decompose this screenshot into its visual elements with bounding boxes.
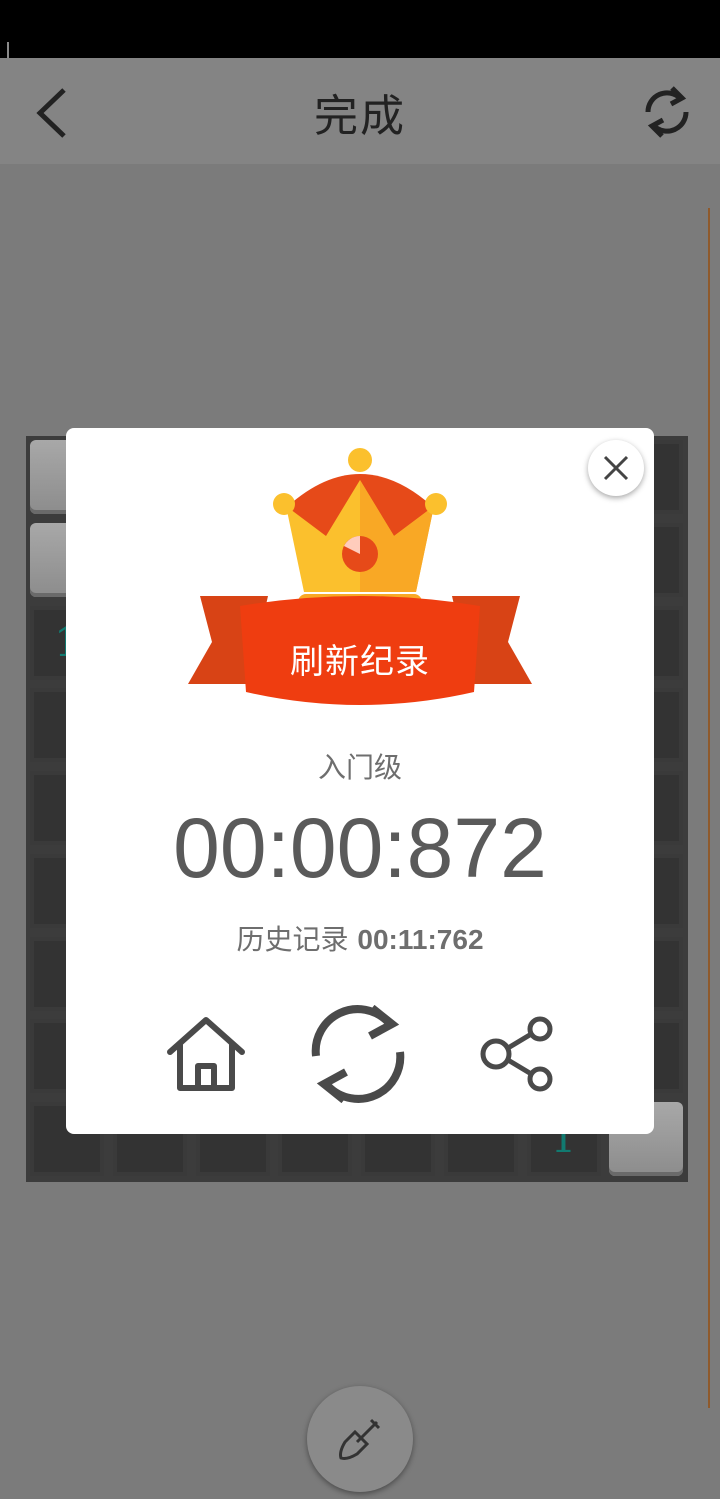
status-bar <box>0 0 720 58</box>
history-label: 历史记录 <box>236 923 349 956</box>
restart-icon <box>311 1004 405 1104</box>
share-icon <box>480 1016 553 1092</box>
close-icon <box>603 455 629 481</box>
shovel-icon <box>339 1418 381 1460</box>
page-title: 完成 <box>314 91 406 142</box>
restart-button[interactable] <box>304 1000 412 1108</box>
share-button[interactable] <box>478 1016 560 1092</box>
close-button[interactable] <box>588 440 644 496</box>
finish-time: 00:00:872 <box>173 801 547 895</box>
side-divider <box>708 208 710 1408</box>
history-value: 00:11:762 <box>357 924 484 955</box>
banner-text: 刷新纪录 <box>290 642 430 682</box>
refresh-icon <box>645 86 689 138</box>
top-bar: 完成 <box>0 58 720 164</box>
dig-mode-button[interactable] <box>307 1386 413 1492</box>
refresh-button[interactable] <box>638 82 696 142</box>
difficulty-level: 入门级 <box>317 751 402 784</box>
record-dialog: 刷新纪录 入门级 00:00:872 历史记录 00:11:762 <box>66 428 654 1134</box>
history-record: 历史记录 00:11:762 <box>66 918 654 958</box>
home-button[interactable] <box>164 1014 248 1094</box>
home-icon <box>167 1017 245 1091</box>
